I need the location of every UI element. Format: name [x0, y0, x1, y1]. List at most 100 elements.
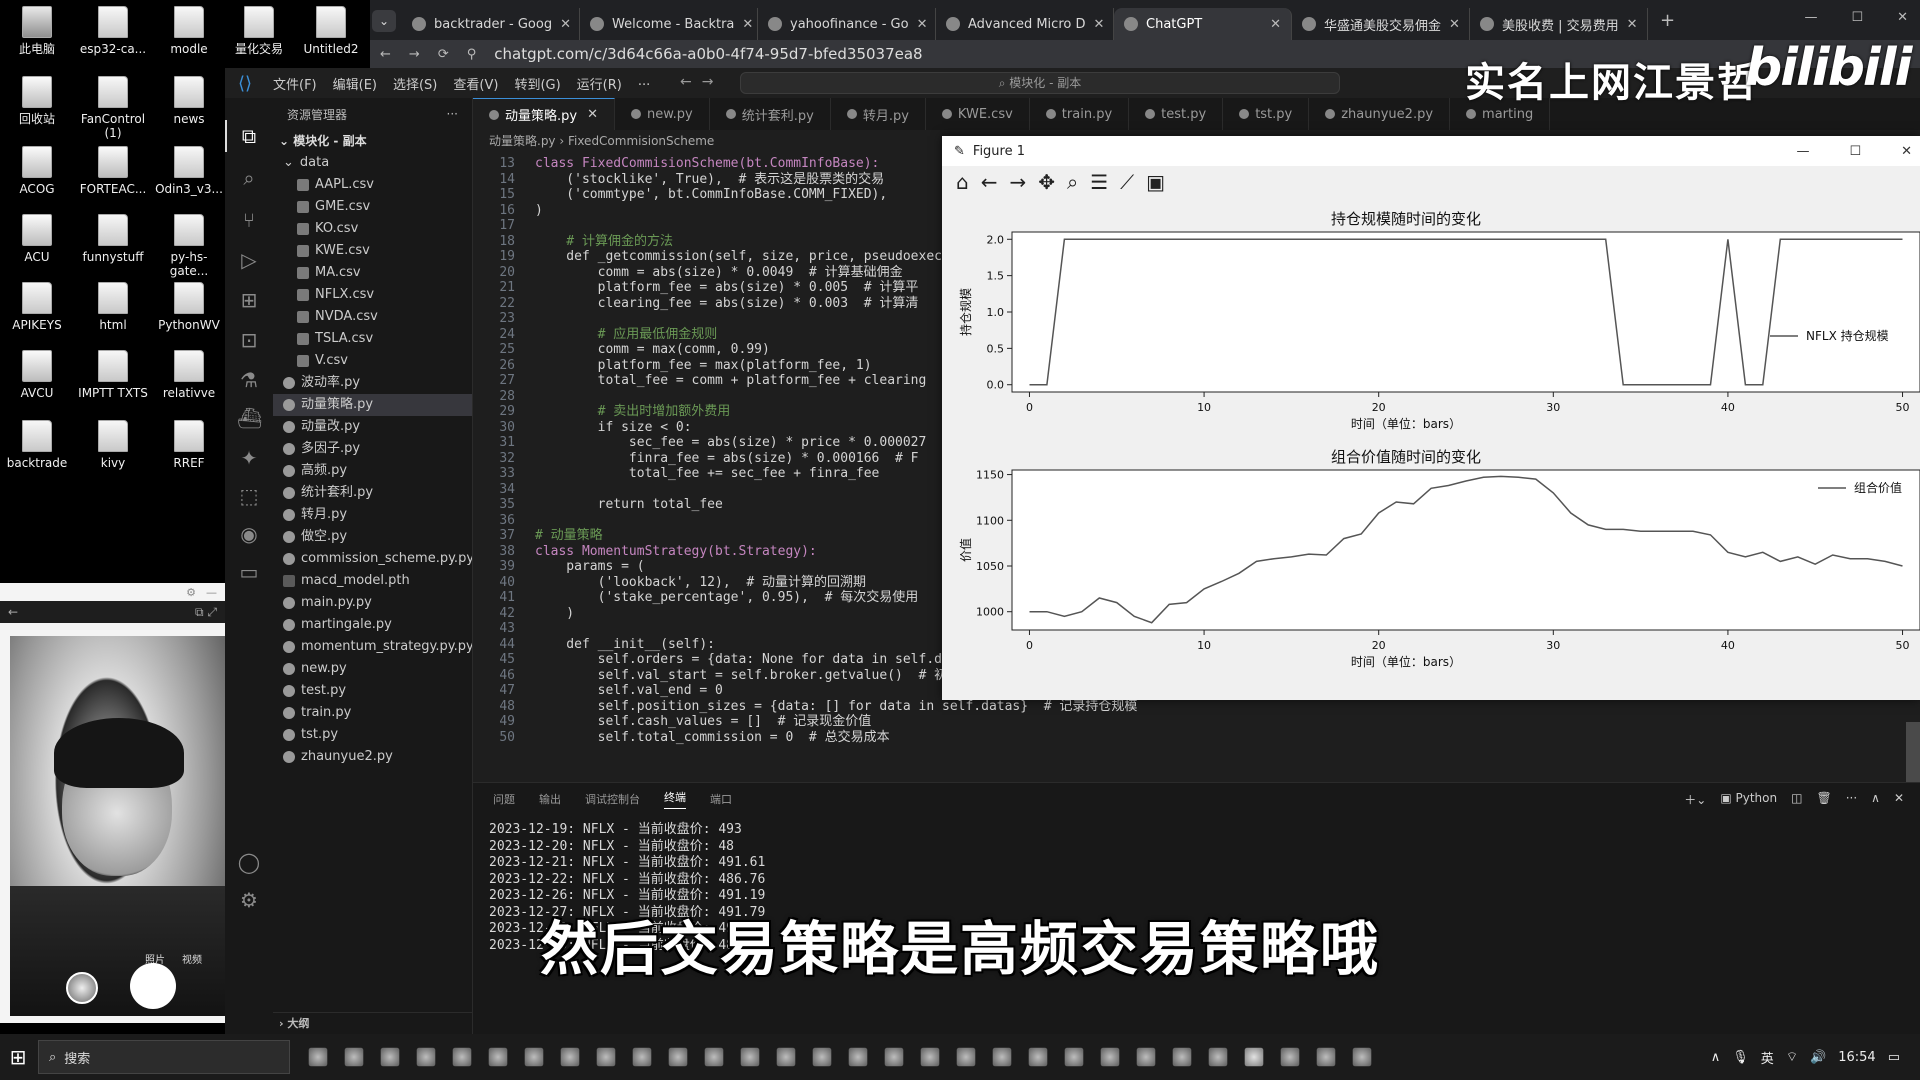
menu-item[interactable]: 选择(S)	[385, 74, 445, 93]
editor-tab[interactable]: zhaunyue2.py	[1309, 98, 1451, 130]
desktop-icon[interactable]: AVCU	[0, 350, 74, 400]
copilot-icon[interactable]: ◉	[237, 522, 261, 546]
tree-file[interactable]: train.py	[273, 702, 472, 724]
new-terminal-icon[interactable]: ＋⌄	[1684, 791, 1706, 808]
outline-section-header[interactable]: › 大纲	[273, 1012, 473, 1034]
more-icon[interactable]: ···	[1846, 791, 1857, 808]
panel-tab[interactable]: 问题	[493, 791, 515, 807]
desktop-icon[interactable]: APIKEYS	[0, 282, 74, 332]
browser-tab[interactable]: yahoofinance - Go ✕	[758, 8, 936, 40]
obs-alt-icon[interactable]	[1352, 1047, 1372, 1067]
tree-file[interactable]: 波动率.py	[273, 372, 472, 394]
browser-tab[interactable]: 美股收费 | 交易费用 ✕	[1470, 8, 1648, 40]
tree-file[interactable]: KWE.csv	[273, 240, 472, 262]
close-tab-icon[interactable]: ✕	[560, 17, 571, 32]
app5-icon[interactable]	[1136, 1047, 1156, 1067]
obs-icon[interactable]	[1244, 1047, 1264, 1067]
browser-tab[interactable]: ChatGPT ✕	[1114, 8, 1292, 40]
source-control-icon[interactable]: ⑂	[237, 208, 261, 232]
search-icon[interactable]: ⌕	[237, 166, 261, 190]
desktop-icon-partial[interactable]: 量化交易	[224, 6, 294, 56]
desktop-icon[interactable]: esp32-ca...	[76, 6, 150, 56]
tree-file[interactable]: 动量改.py	[273, 416, 472, 438]
edge-icon[interactable]	[344, 1047, 364, 1067]
app4-icon[interactable]	[1100, 1047, 1120, 1067]
close-tab-icon[interactable]: ✕	[917, 17, 928, 32]
music-icon[interactable]	[740, 1047, 760, 1067]
editor-tab[interactable]: 统计套利.py	[710, 98, 831, 130]
maximize-icon[interactable]: ☐	[1851, 10, 1863, 25]
maximize-panel-icon[interactable]: ∧	[1871, 791, 1880, 808]
desktop-icon[interactable]: backtrade	[0, 420, 74, 470]
desktop-icon[interactable]: FORTEAC...	[76, 146, 150, 196]
tree-file[interactable]: 多因子.py	[273, 438, 472, 460]
menu-item[interactable]: 运行(R)	[569, 74, 630, 93]
container-icon[interactable]: ⬚	[237, 484, 261, 508]
close-icon[interactable]: ✕	[1901, 144, 1912, 159]
testing-icon[interactable]: ⚗	[237, 368, 261, 392]
back-icon[interactable]: ←	[8, 605, 18, 619]
app3-icon[interactable]	[1064, 1047, 1084, 1067]
wechat-alt-icon[interactable]	[1316, 1047, 1336, 1067]
desktop-icon[interactable]: FanControl (1)	[76, 76, 150, 140]
close-tab-icon[interactable]: ✕	[587, 107, 598, 122]
tree-file[interactable]: 动量策略.py	[273, 394, 472, 416]
docker-icon[interactable]: ⛴	[237, 406, 262, 430]
terminal-icon[interactable]	[704, 1047, 724, 1067]
close-tab-icon[interactable]: ✕	[1627, 17, 1638, 32]
tree-file[interactable]: momentum_strategy.py.py	[273, 636, 472, 658]
editor-tab[interactable]: tst.py	[1223, 98, 1310, 130]
tree-file[interactable]: AAPL.csv	[273, 174, 472, 196]
browser-tab[interactable]: 华盛通美股交易佣金 ✕	[1292, 8, 1470, 40]
desktop-icon[interactable]: ACOG	[0, 146, 74, 196]
terminal-profile[interactable]: ▣ Python	[1720, 791, 1777, 808]
menu-item[interactable]: 查看(V)	[445, 74, 506, 93]
close-icon[interactable]: ✕	[1897, 10, 1908, 25]
vscode-icon[interactable]	[668, 1047, 688, 1067]
close-tab-icon[interactable]: ✕	[1093, 17, 1104, 32]
mail-icon[interactable]	[776, 1047, 796, 1067]
back-icon[interactable]: ←	[380, 47, 391, 62]
notification-icon[interactable]: ▭	[1888, 1050, 1900, 1065]
chrome-icon[interactable]	[596, 1047, 616, 1067]
window-icons[interactable]: ⧉ ⤢	[195, 605, 217, 620]
desktop-icon[interactable]: RREF	[152, 420, 225, 470]
minimize-icon[interactable]: —	[1804, 10, 1817, 25]
ime-indicator[interactable]: 英	[1761, 1048, 1774, 1067]
home-icon[interactable]: ⌂	[956, 170, 969, 194]
explorer-icon[interactable]: ⧉	[225, 120, 261, 152]
files-icon[interactable]	[560, 1047, 580, 1067]
maximize-icon[interactable]: ☐	[1849, 144, 1861, 159]
menu-item[interactable]: 编辑(E)	[325, 74, 385, 93]
extensions-icon[interactable]: ⊞	[237, 288, 261, 312]
editor-tab[interactable]: new.py	[615, 98, 710, 130]
reload-icon[interactable]: ⟳	[438, 47, 449, 62]
zoom-icon[interactable]: ⌕	[1067, 170, 1078, 194]
account-icon[interactable]: ◯	[237, 850, 261, 874]
microphone-icon[interactable]: 🎙	[1732, 1050, 1749, 1065]
chat-icon[interactable]	[992, 1047, 1012, 1067]
store-icon[interactable]	[524, 1047, 544, 1067]
desktop-icon[interactable]: kivy	[76, 420, 150, 470]
new-tab-button[interactable]: +	[1660, 10, 1675, 31]
tree-file[interactable]: V.csv	[273, 350, 472, 372]
editor-tab[interactable]: test.py	[1129, 98, 1224, 130]
tree-file[interactable]: 高频.py	[273, 460, 472, 482]
volume-icon[interactable]: 🔊	[1810, 1050, 1826, 1065]
docker-icon[interactable]	[884, 1047, 904, 1067]
forward-icon[interactable]: →	[409, 47, 420, 62]
browser-tab[interactable]: backtrader - Goog ✕	[402, 8, 580, 40]
close-panel-icon[interactable]: ✕	[1894, 791, 1904, 808]
history-arrows-icon[interactable]: ←→	[680, 74, 723, 90]
tree-file[interactable]: macd_model.pth	[273, 570, 472, 592]
python-icon[interactable]: ✦	[237, 446, 261, 470]
editor-tab[interactable]: KWE.csv	[926, 98, 1030, 130]
clock[interactable]: 16:54	[1838, 1050, 1875, 1065]
editor-tab[interactable]: 转月.py	[831, 98, 926, 130]
pan-icon[interactable]: ✥	[1038, 170, 1055, 194]
desktop-icon[interactable]: modle	[152, 6, 225, 56]
taskbar-search[interactable]: ⌕ 搜索	[38, 1040, 290, 1074]
desktop-icon[interactable]: html	[76, 282, 150, 332]
close-tab-icon[interactable]: ✕	[1270, 17, 1281, 32]
tray-chevron-icon[interactable]: ∧	[1711, 1050, 1721, 1065]
